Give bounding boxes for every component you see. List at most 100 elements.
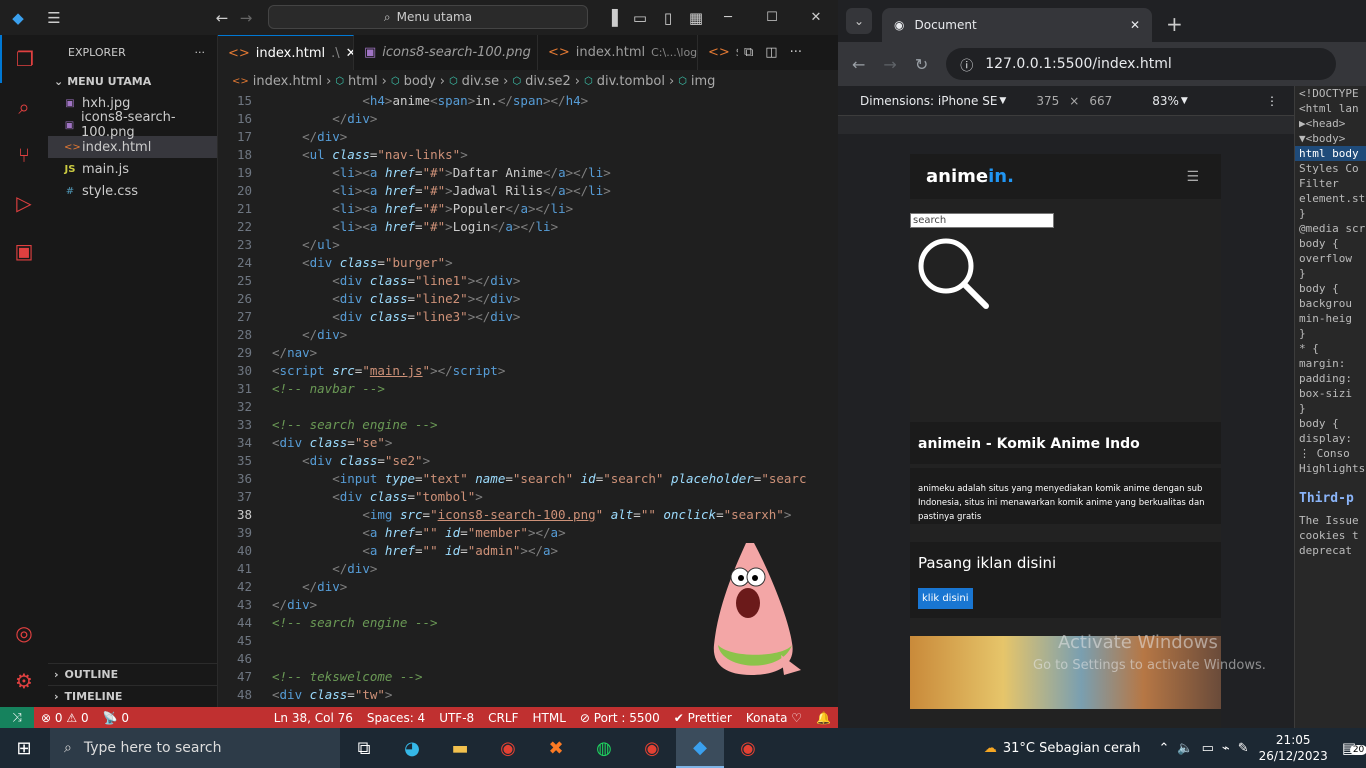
device-select[interactable]: Dimensions: iPhone SE xyxy=(860,94,997,108)
devtools-line[interactable]: Filter xyxy=(1295,176,1366,191)
ports-indicator[interactable]: 📡 0 xyxy=(96,707,136,728)
devtools-line[interactable]: Third-p xyxy=(1295,491,1366,513)
devtools-line[interactable]: margin: xyxy=(1295,356,1366,371)
battery-icon[interactable]: ▭ xyxy=(1202,741,1214,756)
devtools-line[interactable]: ⋮ Conso xyxy=(1295,446,1366,461)
network-icon[interactable]: ⌁ xyxy=(1222,741,1230,756)
command-center[interactable]: ⌕ Menu utama xyxy=(268,5,588,29)
file-item-main-js[interactable]: JS main.js xyxy=(48,158,217,180)
devtools-line[interactable]: padding: xyxy=(1295,371,1366,386)
timeline-section[interactable]: › TIMELINE xyxy=(48,685,217,707)
live-server-port[interactable]: ⊘ Port : 5500 xyxy=(573,707,667,728)
weather-icon[interactable]: ☁ xyxy=(984,741,997,756)
devtools-line[interactable]: } xyxy=(1295,206,1366,221)
code-line[interactable]: 20 <li><a href="#">Jadwal Rilis</a></li> xyxy=(218,182,838,200)
folder-header[interactable]: ⌄ MENU UTAMA xyxy=(48,70,217,92)
pen-icon[interactable]: ✎ xyxy=(1238,741,1249,756)
tab-icons8[interactable]: ▣ icons8-search-100.png xyxy=(354,35,538,70)
browser-tab-document[interactable]: ◉ Document ✕ xyxy=(882,8,1152,42)
source-control-icon[interactable]: ⑂ xyxy=(0,131,48,179)
code-line[interactable]: 24 <div class="burger"> xyxy=(218,254,838,272)
account-icon[interactable]: ◎ xyxy=(0,609,48,657)
code-line[interactable]: 36 <input type="text" name="search" id="… xyxy=(218,470,838,488)
devtools-line[interactable]: body { xyxy=(1295,281,1366,296)
explorer-icon[interactable]: ❐ xyxy=(0,35,48,83)
devtools-line[interactable]: * { xyxy=(1295,341,1366,356)
edge-icon[interactable]: ◕ xyxy=(388,728,436,768)
task-view-icon[interactable]: ⧉ xyxy=(340,728,388,768)
close-tab-icon[interactable]: ✕ xyxy=(1130,18,1140,32)
volume-icon[interactable]: 🔈 xyxy=(1177,741,1193,756)
tab-search-icon[interactable]: ⌄ xyxy=(846,8,872,34)
code-line[interactable]: 28 </div> xyxy=(218,326,838,344)
code-line[interactable]: 35 <div class="se2"> xyxy=(218,452,838,470)
search-input[interactable]: search xyxy=(910,213,1054,228)
tab-s[interactable]: <>s xyxy=(698,35,738,70)
devtools-line[interactable]: <!DOCTYPE xyxy=(1295,86,1366,101)
clock[interactable]: 21:05 26/12/2023 xyxy=(1259,732,1328,764)
file-explorer-icon[interactable]: ▬ xyxy=(436,728,484,768)
devtools-line[interactable]: cookies t xyxy=(1295,528,1366,543)
devtools-line[interactable]: Styles Co xyxy=(1295,161,1366,176)
breadcrumb-item[interactable]: div.tombol xyxy=(597,74,665,89)
zoom-select[interactable]: 83% xyxy=(1152,94,1179,108)
address-bar[interactable]: ⓘ 127.0.0.1:5500/index.html xyxy=(946,48,1336,80)
site-info-icon[interactable]: ⓘ xyxy=(960,55,973,74)
problems-indicator[interactable]: ⊗ 0 ⚠ 0 xyxy=(34,707,96,728)
cursor-position[interactable]: Ln 38, Col 76 xyxy=(267,707,360,728)
breadcrumb-item[interactable]: html xyxy=(348,74,378,89)
weather-text[interactable]: 31°C Sebagian cerah xyxy=(1003,741,1141,756)
devtools-line[interactable]: } xyxy=(1295,266,1366,281)
breadcrumb-item[interactable]: index.html xyxy=(253,74,322,89)
more-actions-icon[interactable]: ··· xyxy=(195,46,206,59)
notifications-bell-icon[interactable]: 🔔 xyxy=(809,707,838,728)
chevron-up-icon[interactable]: ⌃ xyxy=(1159,741,1170,756)
notification-center[interactable]: ▤ 20 xyxy=(1342,739,1366,757)
run-debug-icon[interactable]: ▷ xyxy=(0,179,48,227)
code-line[interactable]: 16 </div> xyxy=(218,110,838,128)
konata-status[interactable]: Konata ♡ xyxy=(739,707,809,728)
code-line[interactable]: 19 <li><a href="#">Daftar Anime</a></li> xyxy=(218,164,838,182)
minimize-button[interactable]: ─ xyxy=(706,0,750,35)
new-tab-icon[interactable]: + xyxy=(1166,12,1183,36)
devtools-line[interactable]: display: xyxy=(1295,431,1366,446)
code-line[interactable]: 23 </ul> xyxy=(218,236,838,254)
chrome-icon[interactable]: ◉ xyxy=(484,728,532,768)
code-line[interactable]: 26 <div class="line2"></div> xyxy=(218,290,838,308)
code-line[interactable]: 17 </div> xyxy=(218,128,838,146)
open-preview-icon[interactable]: ⧉ xyxy=(744,45,753,60)
code-line[interactable]: 31 <!-- navbar --> xyxy=(218,380,838,398)
forward-icon[interactable]: → xyxy=(883,55,896,74)
code-line[interactable]: 37 <div class="tombol"> xyxy=(218,488,838,506)
devtools-line[interactable]: deprecat xyxy=(1295,543,1366,558)
reload-icon[interactable]: ↻ xyxy=(915,55,928,74)
code-line[interactable]: 25 <div class="line1"></div> xyxy=(218,272,838,290)
code-line[interactable]: 33 <!-- search engine --> xyxy=(218,416,838,434)
devtools-line[interactable]: body { xyxy=(1295,236,1366,251)
tab-index-html[interactable]: <> index.html .\ ✕ xyxy=(218,35,354,70)
devtools-line[interactable]: html body xyxy=(1295,146,1366,161)
ad-button[interactable]: klik disini xyxy=(918,588,973,609)
code-line[interactable]: 27 <div class="line3"></div> xyxy=(218,308,838,326)
code-line[interactable]: 15 <h4>anime<span>in.</span></h4> xyxy=(218,92,838,110)
devtools-line[interactable]: } xyxy=(1295,401,1366,416)
search-icon[interactable]: ⌕ xyxy=(0,83,48,131)
toggle-secondary-sidebar-icon[interactable]: ▯ xyxy=(654,0,682,35)
forward-icon[interactable]: → xyxy=(228,0,264,35)
devtools-line[interactable]: backgrou xyxy=(1295,296,1366,311)
manage-gear-icon[interactable]: ⚙ xyxy=(0,657,48,705)
device-width[interactable]: 375 xyxy=(1036,94,1059,108)
code-line[interactable]: 34 <div class="se"> xyxy=(218,434,838,452)
menu-icon[interactable]: ☰ xyxy=(36,0,72,35)
xampp-icon[interactable]: ✖ xyxy=(532,728,580,768)
language-mode[interactable]: HTML xyxy=(525,707,572,728)
encoding[interactable]: UTF-8 xyxy=(432,707,481,728)
search-icon[interactable] xyxy=(916,236,992,312)
devtools-panel[interactable]: <!DOCTYPE <html lan ▶<head> ▼<body> html bod… xyxy=(1294,86,1366,728)
maximize-button[interactable]: ☐ xyxy=(750,0,794,35)
back-icon[interactable]: ← xyxy=(852,55,865,74)
breadcrumb-item[interactable]: div.se xyxy=(462,74,499,89)
devtools-line[interactable]: ▼<body> xyxy=(1295,131,1366,146)
more-actions-icon[interactable]: ··· xyxy=(790,45,802,60)
breadcrumb-item[interactable]: div.se2 xyxy=(525,74,571,89)
